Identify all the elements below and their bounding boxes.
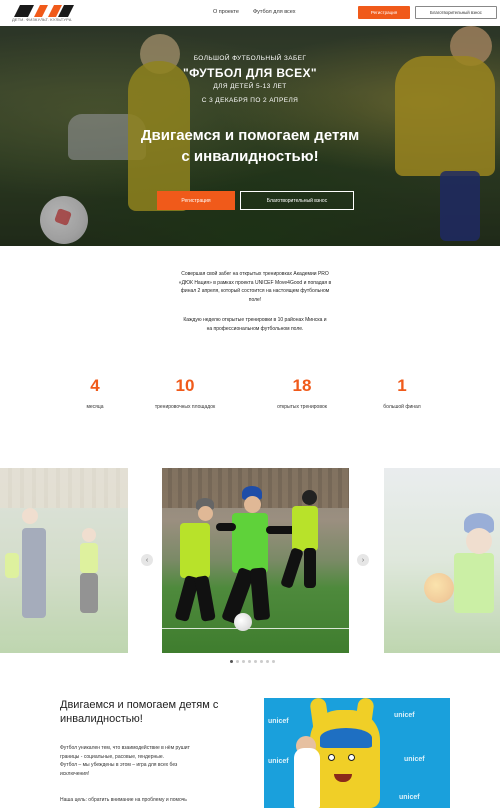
stat-months-value: 4 [90,376,100,395]
hero-slogan-line2: с инвалидностью! [181,148,319,165]
player-pants [80,573,98,613]
player-arm [216,523,236,531]
about-title-line2: инвалидностью! [60,713,143,725]
unicef-watermark: unicef [268,718,289,725]
player-head [302,490,317,505]
player-vest [292,506,318,551]
intro-line: Совершая свой забег на открытых трениров… [181,271,329,277]
hero-age: ДЛЯ ДЕТЕЙ 5-13 ЛЕТ [213,83,287,90]
unicef-watermark: unicef [399,794,420,801]
player-vest [80,543,98,573]
chevron-left-icon[interactable]: ‹ [141,554,153,566]
carousel-dot[interactable] [272,660,275,663]
about-line: границы - социальные, расовые, гендерные… [60,753,165,760]
unicef-watermark: unicef [404,756,425,763]
carousel-dot[interactable] [266,660,269,663]
coach-head [22,508,38,524]
carousel-dot[interactable] [248,660,251,663]
carousel-slide-active[interactable] [162,468,349,653]
mascot-eye [328,754,335,761]
carousel-dot[interactable] [230,660,233,663]
about-paragraph-2: Наша цель: обратить внимание на проблему… [60,797,187,803]
player-leg [304,548,316,588]
header-register-button[interactable]: Регистрация [358,6,410,19]
stat-final-label: большой финал [383,404,421,410]
player-head [466,528,492,554]
unicef-watermark: unicef [268,758,289,765]
logo-tagline: ДЕТИ. ФИЗКУЛЬТ. КУЛЬТУРА [12,17,72,22]
intro-line: финал 2 апреля, который состоится на нас… [180,288,330,294]
unicef-watermark: unicef [394,712,415,719]
football [234,613,252,631]
about-title: Двигаемся и помогаем детям с инвалидност… [60,698,250,726]
carousel-dot[interactable] [254,660,257,663]
player-vest [454,553,494,613]
about-title-line1: Двигаемся и помогаем детям с [60,699,219,711]
hero-charity-button[interactable]: Благотворительный взнос [240,191,354,210]
mascot-body [310,710,380,808]
hero-register-button[interactable]: Регистрация [157,191,235,210]
player-leg [280,547,304,589]
carousel-slide-prev[interactable] [0,468,128,653]
player-leg [194,575,216,622]
hero-slogan-line1: Двигаемся и помогаем детям [140,127,360,144]
football [424,573,454,603]
stat-sites-value: 10 [175,376,195,395]
hero-dates: С 3 ДЕКАБРЯ ПО 2 АПРЕЛЯ [201,97,299,104]
player-head [198,506,213,521]
player-head [82,528,96,542]
coach-figure [22,528,46,618]
carousel-dot[interactable] [236,660,239,663]
stat-final-value: 1 [397,376,407,395]
hero-pretitle: БОЛЬШОЙ ФУТБОЛЬНЫЙ ЗАБЕГ [193,55,307,62]
chevron-right-icon[interactable]: › [357,554,369,566]
pitch-line [162,628,349,629]
player-head [244,496,261,513]
child-figure [294,748,320,808]
player-vest [180,523,210,578]
intro-line: на профессиональном футбольном поле. [206,325,304,332]
nav-football-for-all[interactable]: Футбол для всех [253,9,296,15]
mascot-cap [320,728,372,748]
unicef-mascot-image: unicef unicef unicef unicef unicef [264,698,450,808]
hero-title: "ФУТБОЛ ДЛЯ ВСЕХ" [183,66,317,80]
hero-banner: БОЛЬШОЙ ФУТБОЛЬНЫЙ ЗАБЕГ "ФУТБОЛ ДЛЯ ВСЕ… [0,26,500,246]
stat-sites-label: тренировочных площадок [154,404,216,410]
about-line: Футбол – мы убеждены в этом – игра для в… [60,762,178,768]
mascot-eye [348,754,355,761]
about-line: исключения! [60,770,90,777]
nav-about[interactable]: О проекте [213,9,239,15]
player-vest [232,513,268,573]
top-header: ДЕТИ. ФИЗКУЛЬТ. КУЛЬТУРА О проекте Футбо… [0,0,500,26]
carousel-dot[interactable] [242,660,245,663]
intro-line: «ДЮК Нация» в рамках проекта UNICEF Move… [178,279,332,286]
intro-paragraph-1: Совершая свой забег на открытых трениров… [160,270,350,304]
about-line: Футбол уникален тем, что взаимодействие … [60,745,190,751]
player-vest [5,553,19,578]
stat-trainings-label: открытых тренировок [277,404,327,410]
player-leg [249,567,271,621]
stat-trainings-value: 18 [292,376,312,395]
intro-paragraph-2: Каждую неделю открытые тренировки в 10 р… [160,316,350,333]
intro-line: Каждую неделю открытые тренировки в 10 р… [183,317,327,323]
fence-image [0,468,128,508]
header-charity-button[interactable]: Благотворительный взнос [415,6,497,19]
carousel-dot[interactable] [260,660,263,663]
intro-line: поле! [248,296,262,303]
carousel-slide-next[interactable] [384,468,500,653]
stat-months-label: месяца [86,404,104,410]
carousel-pagination [230,660,275,663]
about-paragraph-1: Футбол уникален тем, что взаимодействие … [60,744,250,778]
